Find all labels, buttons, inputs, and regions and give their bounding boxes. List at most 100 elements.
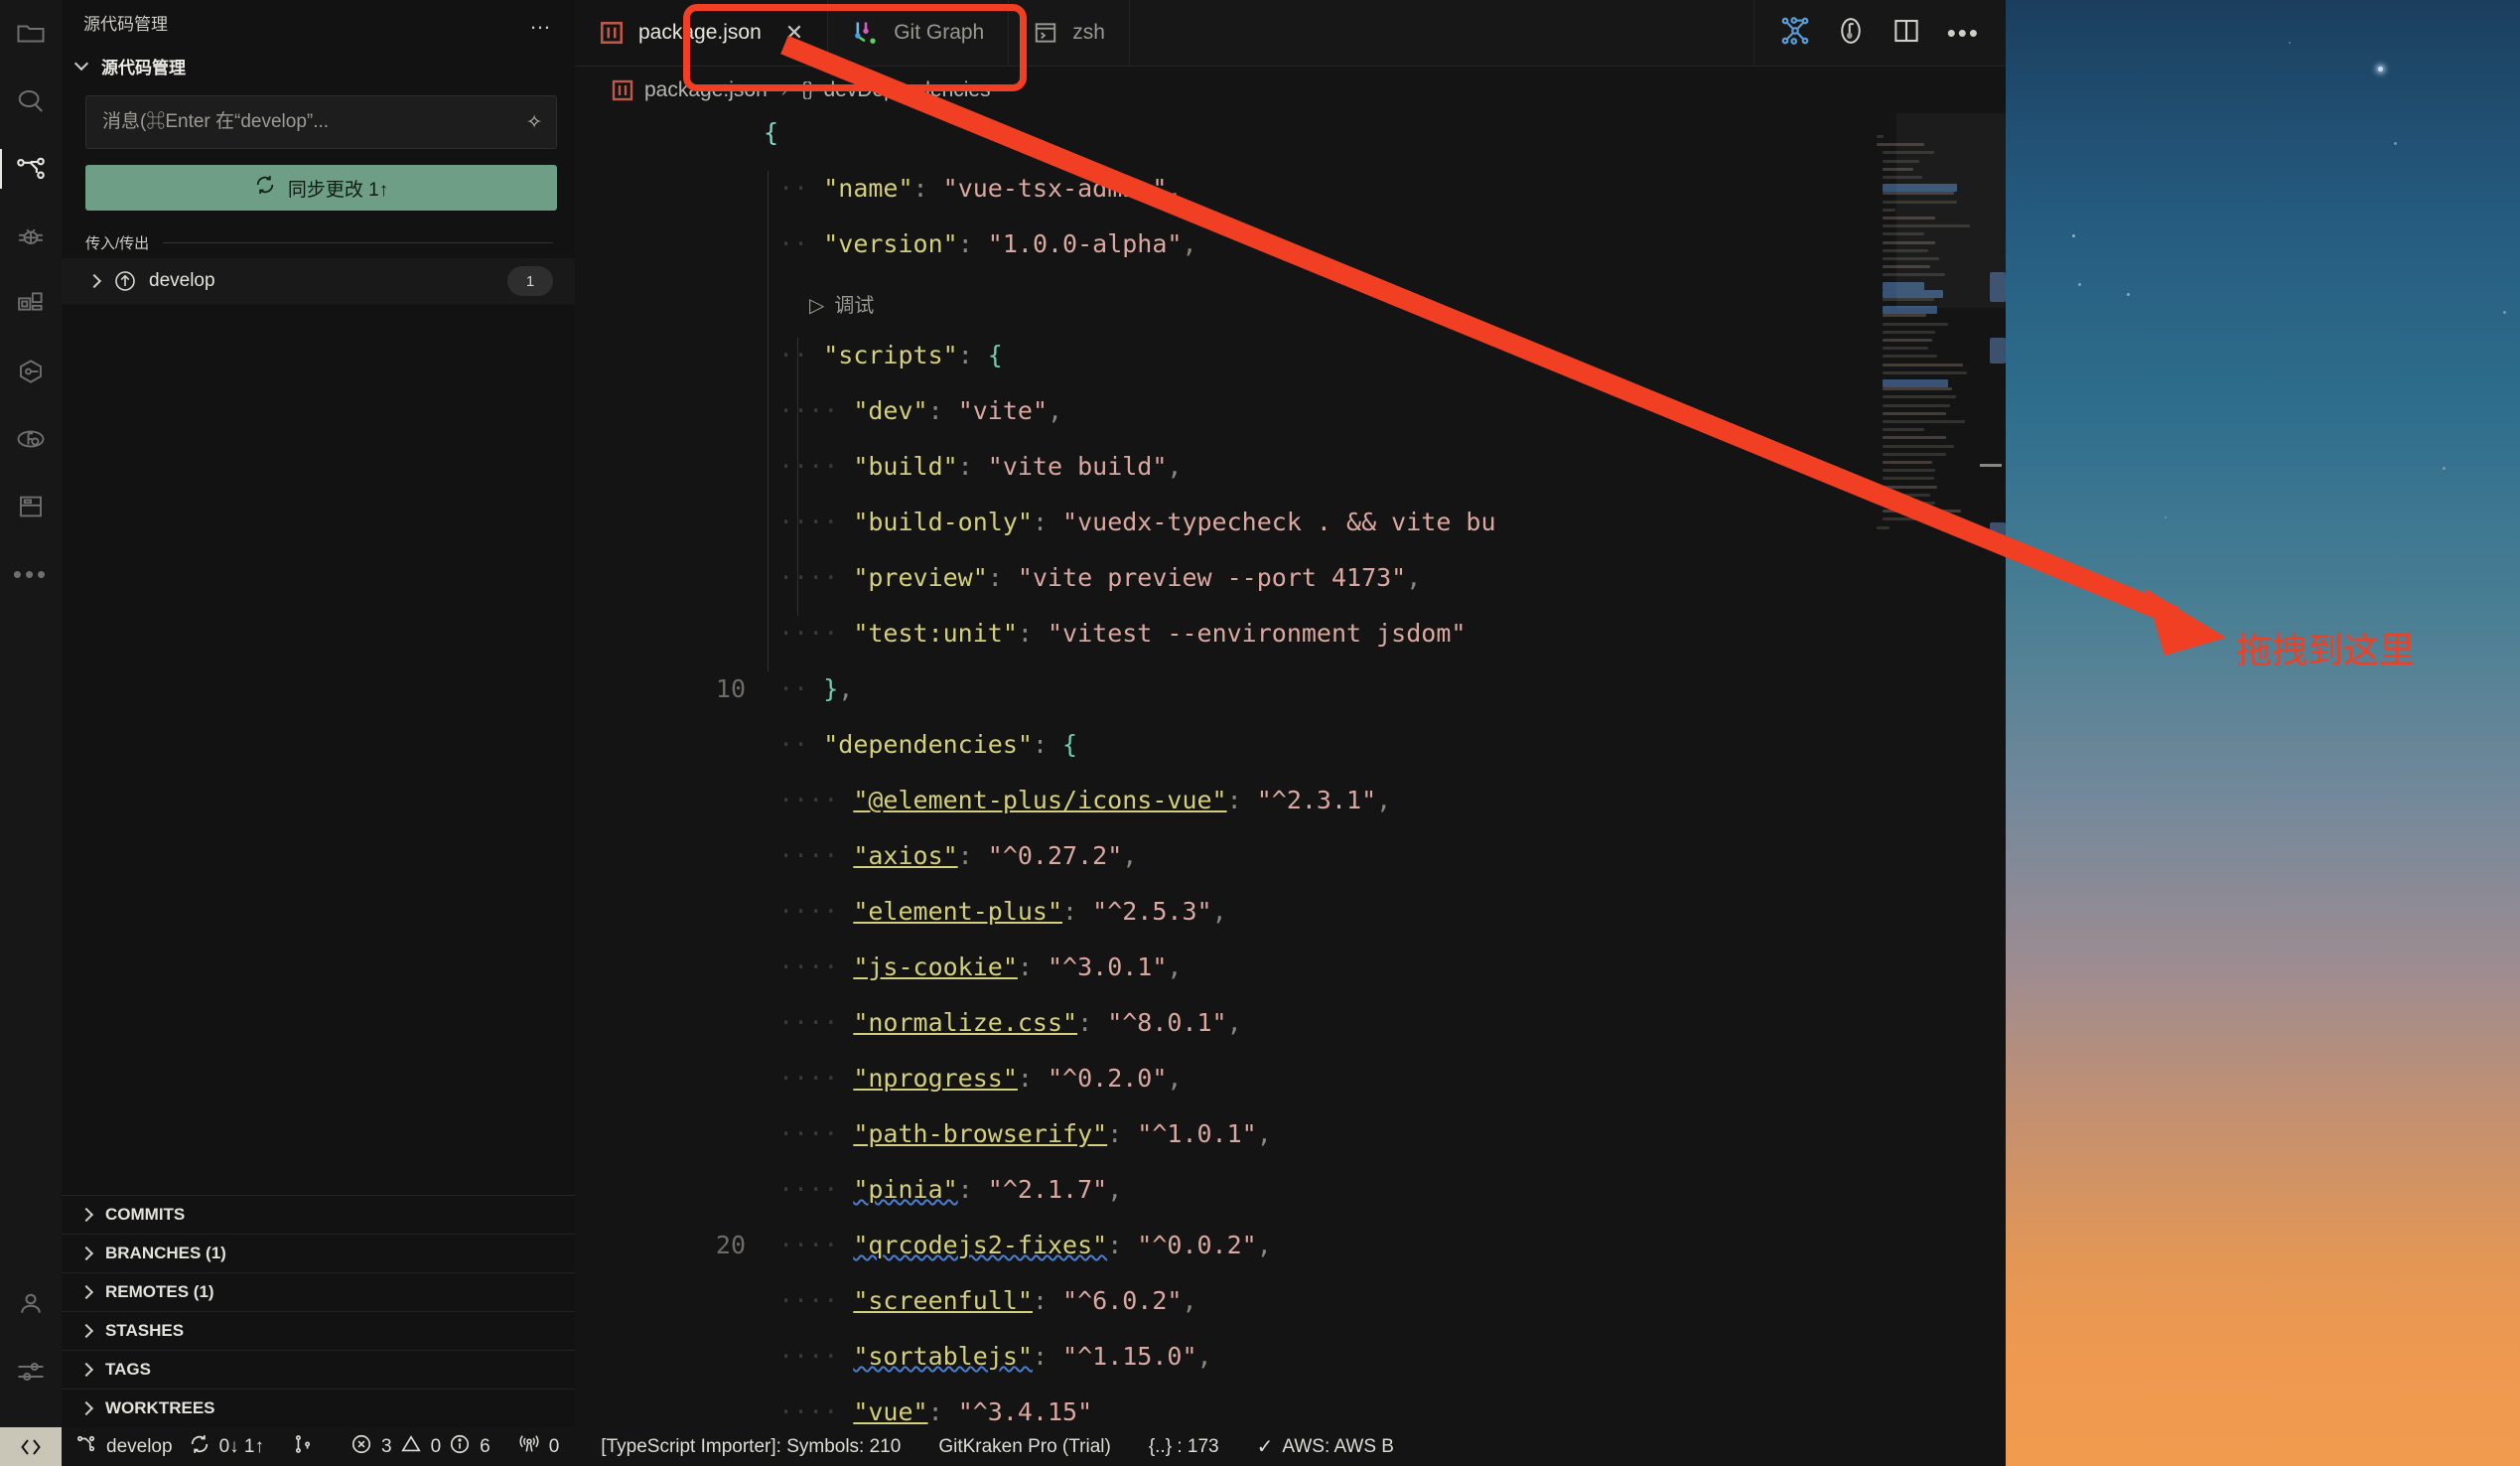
- check-icon: ✓: [1256, 1436, 1274, 1458]
- tab-git-graph[interactable]: Git Graph: [828, 0, 1010, 66]
- code-line[interactable]: ···· "vue": "^3.4.15": [764, 1385, 2006, 1427]
- tab-zsh-label: zsh: [1072, 21, 1105, 44]
- sync-changes-button[interactable]: 同步更改 1↑: [85, 165, 557, 211]
- remote-window-icon[interactable]: [0, 1427, 62, 1466]
- code-line[interactable]: ···· "pinia": "^2.1.7",: [764, 1162, 2006, 1218]
- status-warnings-count: 0: [430, 1435, 442, 1457]
- activity-item-extensions[interactable]: [0, 270, 62, 338]
- status-infos-count: 6: [480, 1435, 490, 1457]
- activity-item-gitlens[interactable]: [0, 405, 62, 473]
- activity-item-manage[interactable]: [0, 1338, 62, 1405]
- chevron-right-icon: [79, 1208, 93, 1222]
- tab-zsh[interactable]: zsh: [1009, 0, 1130, 66]
- indent-dots: ····: [764, 452, 854, 481]
- code-token[interactable]: "pinia": [853, 1175, 957, 1204]
- close-icon[interactable]: ✕: [785, 20, 803, 46]
- code-token[interactable]: "js-cookie": [853, 953, 1018, 981]
- code-line[interactable]: ···· "test:unit": "vitest --environment …: [764, 606, 2006, 661]
- code-line[interactable]: ·· "dependencies": {: [764, 717, 2006, 773]
- accordion-item-worktrees[interactable]: WORKTREES: [62, 1390, 575, 1427]
- code-line[interactable]: ·· "name": "vue-tsx-admin",: [764, 161, 2006, 217]
- minimap[interactable]: [1867, 113, 1976, 1427]
- code-line[interactable]: ·· "scripts": {: [764, 328, 2006, 383]
- vscode-window: ••• 源代码管理 … 源代码管理 消息(⌘Enter 在“develop”..…: [0, 0, 2006, 1466]
- code-token[interactable]: "qrcodejs2-fixes": [853, 1231, 1107, 1259]
- breadcrumb: package.json › {} devDependencies: [575, 67, 2006, 114]
- scm-section-header[interactable]: 源代码管理: [62, 44, 575, 87]
- activity-item-search[interactable]: [0, 68, 62, 135]
- tab-package-json[interactable]: package.json ✕: [575, 0, 829, 66]
- accordion-item-stashes[interactable]: STASHES: [62, 1312, 575, 1351]
- activity-item-run-and-debug[interactable]: [0, 203, 62, 270]
- code-token[interactable]: "axios": [853, 841, 957, 870]
- code-line[interactable]: ···· "preview": "vite preview --port 417…: [764, 550, 2006, 606]
- sidebar-item-develop[interactable]: develop 1: [62, 258, 575, 304]
- play-icon: ▷: [809, 295, 825, 317]
- split-editor-icon[interactable]: [1891, 16, 1921, 51]
- status-infos[interactable]: 6: [445, 1427, 494, 1466]
- code-line[interactable]: ···· "build-only": "vuedx-typecheck . &&…: [764, 495, 2006, 550]
- code-line[interactable]: {: [764, 113, 2006, 161]
- code-line[interactable]: ···· "screenfull": "^6.0.2",: [764, 1273, 2006, 1329]
- code-token[interactable]: "normalize.css": [853, 1008, 1077, 1037]
- status-gitkraken[interactable]: GitKraken Pro (Trial): [914, 1427, 1125, 1466]
- minimap-line: [1883, 208, 1895, 212]
- status-aws[interactable]: ✓ AWS: AWS B: [1233, 1427, 1408, 1466]
- accordion-item-commits-label: COMMITS: [105, 1205, 186, 1224]
- code-line[interactable]: ···· "path-browserify": "^1.0.1",: [764, 1106, 2006, 1162]
- status-typescript-importer[interactable]: [TypeScript Importer]: Symbols: 210: [573, 1427, 914, 1466]
- activity-item-accounts[interactable]: [0, 1270, 62, 1338]
- activity-item-source-control[interactable]: [0, 135, 62, 203]
- activity-item-explorer[interactable]: [0, 0, 62, 68]
- commit-message-input[interactable]: [100, 110, 519, 134]
- code-line[interactable]: ···· "qrcodejs2-fixes": "^0.0.2",: [764, 1218, 2006, 1273]
- status-errors[interactable]: 3: [337, 1427, 396, 1466]
- code-token[interactable]: "element-plus": [853, 897, 1062, 926]
- accordion-item-remotes[interactable]: REMOTES (1): [62, 1273, 575, 1312]
- code-token: :: [1017, 619, 1048, 648]
- breadcrumb-file[interactable]: package.json: [644, 78, 768, 102]
- code-line[interactable]: ···· "normalize.css": "^8.0.1",: [764, 995, 2006, 1051]
- code-line[interactable]: ···· "sortablejs": "^1.15.0",: [764, 1329, 2006, 1385]
- gitlens-icon[interactable]: [1836, 16, 1866, 51]
- code-line[interactable]: ·· },: [764, 661, 2006, 717]
- code-line[interactable]: ·· "version": "1.0.0-alpha",: [764, 217, 2006, 272]
- graph-icon[interactable]: [1780, 16, 1810, 51]
- code-editor[interactable]: { ·· "name": "vue-tsx-admin", ·· "versio…: [575, 113, 2006, 1427]
- code-token[interactable]: "nprogress": [853, 1064, 1018, 1093]
- sparkle-icon[interactable]: ✧: [526, 113, 542, 132]
- code-token[interactable]: "sortablejs": [853, 1342, 1033, 1371]
- commit-message-box[interactable]: ✧: [85, 95, 557, 149]
- status-sync[interactable]: 0↓ 1↑: [187, 1427, 278, 1466]
- status-pull-request[interactable]: [278, 1427, 337, 1466]
- minimap-line: [1883, 355, 1938, 359]
- breadcrumb-symbol[interactable]: devDependencies: [823, 78, 990, 102]
- chevron-right-icon: [79, 1324, 93, 1338]
- activity-item-more[interactable]: •••: [0, 540, 62, 608]
- code-line[interactable]: ···· "nprogress": "^0.2.0",: [764, 1051, 2006, 1106]
- status-warnings[interactable]: 0: [396, 1427, 446, 1466]
- status-json-symbols[interactable]: {..} : 173: [1125, 1427, 1233, 1466]
- code-line[interactable]: ···· "axios": "^0.27.2",: [764, 828, 2006, 884]
- activity-item-package-manager[interactable]: [0, 338, 62, 405]
- code-line[interactable]: ···· "dev": "vite",: [764, 383, 2006, 439]
- accordion-item-commits[interactable]: COMMITS: [62, 1196, 575, 1235]
- minimap-line: [1883, 510, 1962, 513]
- status-branch[interactable]: develop: [62, 1427, 187, 1466]
- code-token[interactable]: "path-browserify": [853, 1119, 1107, 1148]
- code-line[interactable]: ···· "element-plus": "^2.5.3",: [764, 884, 2006, 940]
- more-actions-icon[interactable]: •••: [1947, 20, 1980, 46]
- code-token[interactable]: "@element-plus/icons-vue": [853, 786, 1226, 814]
- code-token: ,: [1256, 1119, 1272, 1148]
- code-line[interactable]: ···· "@element-plus/icons-vue": "^2.3.1"…: [764, 773, 2006, 828]
- accordion-item-tags[interactable]: TAGS: [62, 1351, 575, 1390]
- code-token[interactable]: "screenfull": [853, 1286, 1033, 1315]
- sidebar-more-actions-icon[interactable]: …: [529, 11, 553, 33]
- code-token[interactable]: "vue": [853, 1397, 927, 1426]
- activity-item-database[interactable]: [0, 473, 62, 540]
- code-line[interactable]: ···· "build": "vite build",: [764, 439, 2006, 495]
- code-lens-debug[interactable]: ▷ 调试: [809, 278, 874, 334]
- status-radio-tower[interactable]: 0: [494, 1427, 574, 1466]
- code-line[interactable]: ···· "js-cookie": "^3.0.1",: [764, 940, 2006, 995]
- accordion-item-branches[interactable]: BRANCHES (1): [62, 1235, 575, 1273]
